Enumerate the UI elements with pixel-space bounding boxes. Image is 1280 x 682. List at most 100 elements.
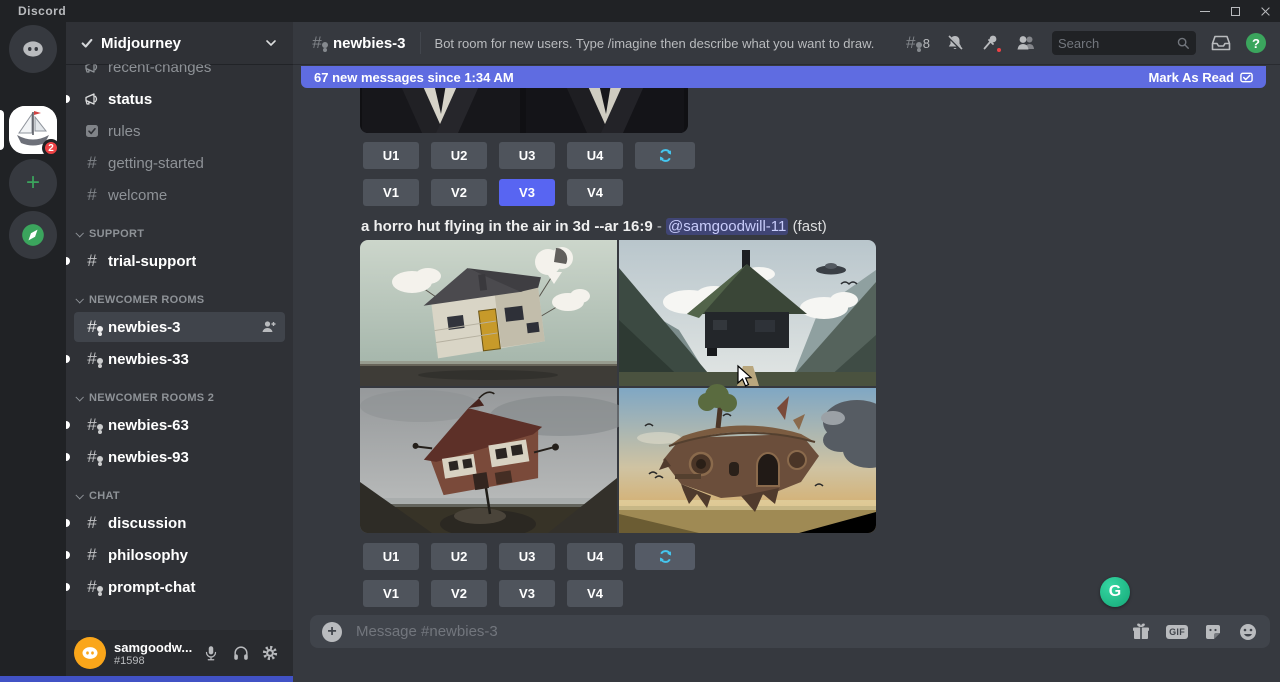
sticker-picker-button[interactable] [1203,622,1223,642]
sidebar-item-getting-started[interactable]: getting-started [74,148,285,178]
v1-button[interactable]: V1 [363,179,419,206]
sidebar-item-newbies-93[interactable]: newbies-93 [74,442,285,472]
user-avatar[interactable] [74,637,106,669]
channel-label: philosophy [108,547,188,564]
server-rail: 2 + [0,22,66,682]
category-label: CHAT [89,490,120,502]
server-header[interactable]: Midjourney [66,22,293,64]
generated-image-grid[interactable] [360,240,876,533]
variation-row-1: V1 V2 V3 V4 [363,179,623,206]
sidebar-item-recent-changes[interactable]: recent-changes [74,64,285,82]
search-icon [1176,36,1190,50]
help-button[interactable]: ? [1246,33,1266,53]
bell-slash-icon [945,33,965,53]
image-quadrant-3[interactable] [360,388,617,533]
v2-button[interactable]: V2 [431,179,487,206]
add-server-button[interactable]: + [9,159,57,207]
discord-logo-icon [20,36,46,62]
image-quadrant-2[interactable] [619,240,876,386]
inbox-icon [1211,33,1231,53]
u2-button[interactable]: U2 [431,543,487,570]
user-panel: samgoodw... #1598 [66,630,293,676]
inbox-button[interactable] [1211,33,1231,53]
deafen-button[interactable] [226,638,255,668]
generated-image-partial[interactable] [360,84,688,133]
mark-as-read-button[interactable]: Mark As Read [1149,70,1254,85]
channel-label: trial-support [108,253,196,270]
create-invite-icon[interactable] [261,319,277,335]
u3-button[interactable]: U3 [499,543,555,570]
u4-button[interactable]: U4 [567,142,623,169]
notification-settings-button[interactable] [945,33,965,53]
search-box[interactable] [1052,31,1196,55]
channel-topic[interactable]: Bot room for new users. Type /imagine th… [435,36,874,51]
close-button[interactable] [1250,0,1280,22]
category-support[interactable]: SUPPORT [74,222,285,246]
grammarly-badge[interactable]: G [1100,577,1130,607]
u4-button[interactable]: U4 [567,543,623,570]
hash-person-icon [82,577,102,597]
prompt-text: a horro hut flying in the air in 3d --ar… [361,218,653,235]
attach-file-button[interactable]: + [322,622,342,642]
variation-row-2: V1 V2 V3 V4 [363,580,623,607]
mark-read-icon [1240,71,1253,84]
header-divider [420,32,421,54]
user-settings-button[interactable] [256,638,285,668]
sidebar-item-prompt-chat[interactable]: prompt-chat [74,572,285,602]
maximize-button[interactable] [1220,0,1250,22]
new-messages-banner[interactable]: 67 new messages since 1:34 AM Mark As Re… [301,66,1266,88]
user-meta[interactable]: samgoodw... #1598 [114,640,197,667]
gif-picker-button[interactable]: GIF [1166,625,1188,639]
category-newcomer-rooms-2[interactable]: NEWCOMER ROOMS 2 [74,386,285,410]
member-list-button[interactable] [1015,33,1037,53]
emoji-picker-button[interactable] [1238,622,1258,642]
sidebar-item-newbies-33[interactable]: newbies-33 [74,344,285,374]
image-quadrant-1[interactable] [360,240,617,386]
u3-button[interactable]: U3 [499,142,555,169]
gear-icon [261,644,279,662]
midjourney-server-button[interactable]: 2 [9,106,57,154]
megaphone-icon [82,64,102,77]
explore-servers-button[interactable] [9,211,57,259]
sidebar-item-newbies-3[interactable]: newbies-3 [74,312,285,342]
message-input[interactable] [356,623,1131,640]
thread-count: 8 [923,36,930,51]
pinned-messages-button[interactable] [980,33,1000,53]
hash-person-icon [82,415,102,435]
gift-button[interactable] [1131,622,1151,642]
search-input[interactable] [1058,36,1176,51]
v3-button-selected[interactable]: V3 [499,179,555,206]
minimize-button[interactable] [1190,0,1220,22]
headphones-icon [232,644,250,662]
mute-mic-button[interactable] [197,638,226,668]
sidebar-item-rules[interactable]: rules [74,116,285,146]
chevron-down-icon [263,35,279,51]
v4-button[interactable]: V4 [567,179,623,206]
sidebar-item-newbies-63[interactable]: newbies-63 [74,410,285,440]
reroll-button[interactable] [635,142,695,169]
v3-button[interactable]: V3 [499,580,555,607]
hash-person-icon [82,447,102,467]
v2-button[interactable]: V2 [431,580,487,607]
message-composer: + GIF [310,615,1270,648]
v1-button[interactable]: V1 [363,580,419,607]
category-chat[interactable]: CHAT [74,484,285,508]
v4-button[interactable]: V4 [567,580,623,607]
image-quadrant-4[interactable] [619,388,876,533]
user-mention[interactable]: @samgoodwill-11 [666,218,788,235]
mark-as-read-label: Mark As Read [1149,70,1235,85]
u1-button[interactable]: U1 [363,543,419,570]
u2-button[interactable]: U2 [431,142,487,169]
username: samgoodw... [114,640,197,655]
sidebar-item-discussion[interactable]: discussion [74,508,285,538]
category-newcomer-rooms[interactable]: NEWCOMER ROOMS [74,288,285,312]
sidebar-item-trial-support[interactable]: trial-support [74,246,285,276]
reroll-button[interactable] [635,543,695,570]
discord-home-button[interactable] [9,25,57,73]
sidebar-item-philosophy[interactable]: philosophy [74,540,285,570]
sidebar-item-status[interactable]: status [74,84,285,114]
u1-button[interactable]: U1 [363,142,419,169]
sidebar-item-welcome[interactable]: welcome [74,180,285,210]
threads-button[interactable]: 8 [901,33,930,53]
category-label: SUPPORT [89,228,144,240]
